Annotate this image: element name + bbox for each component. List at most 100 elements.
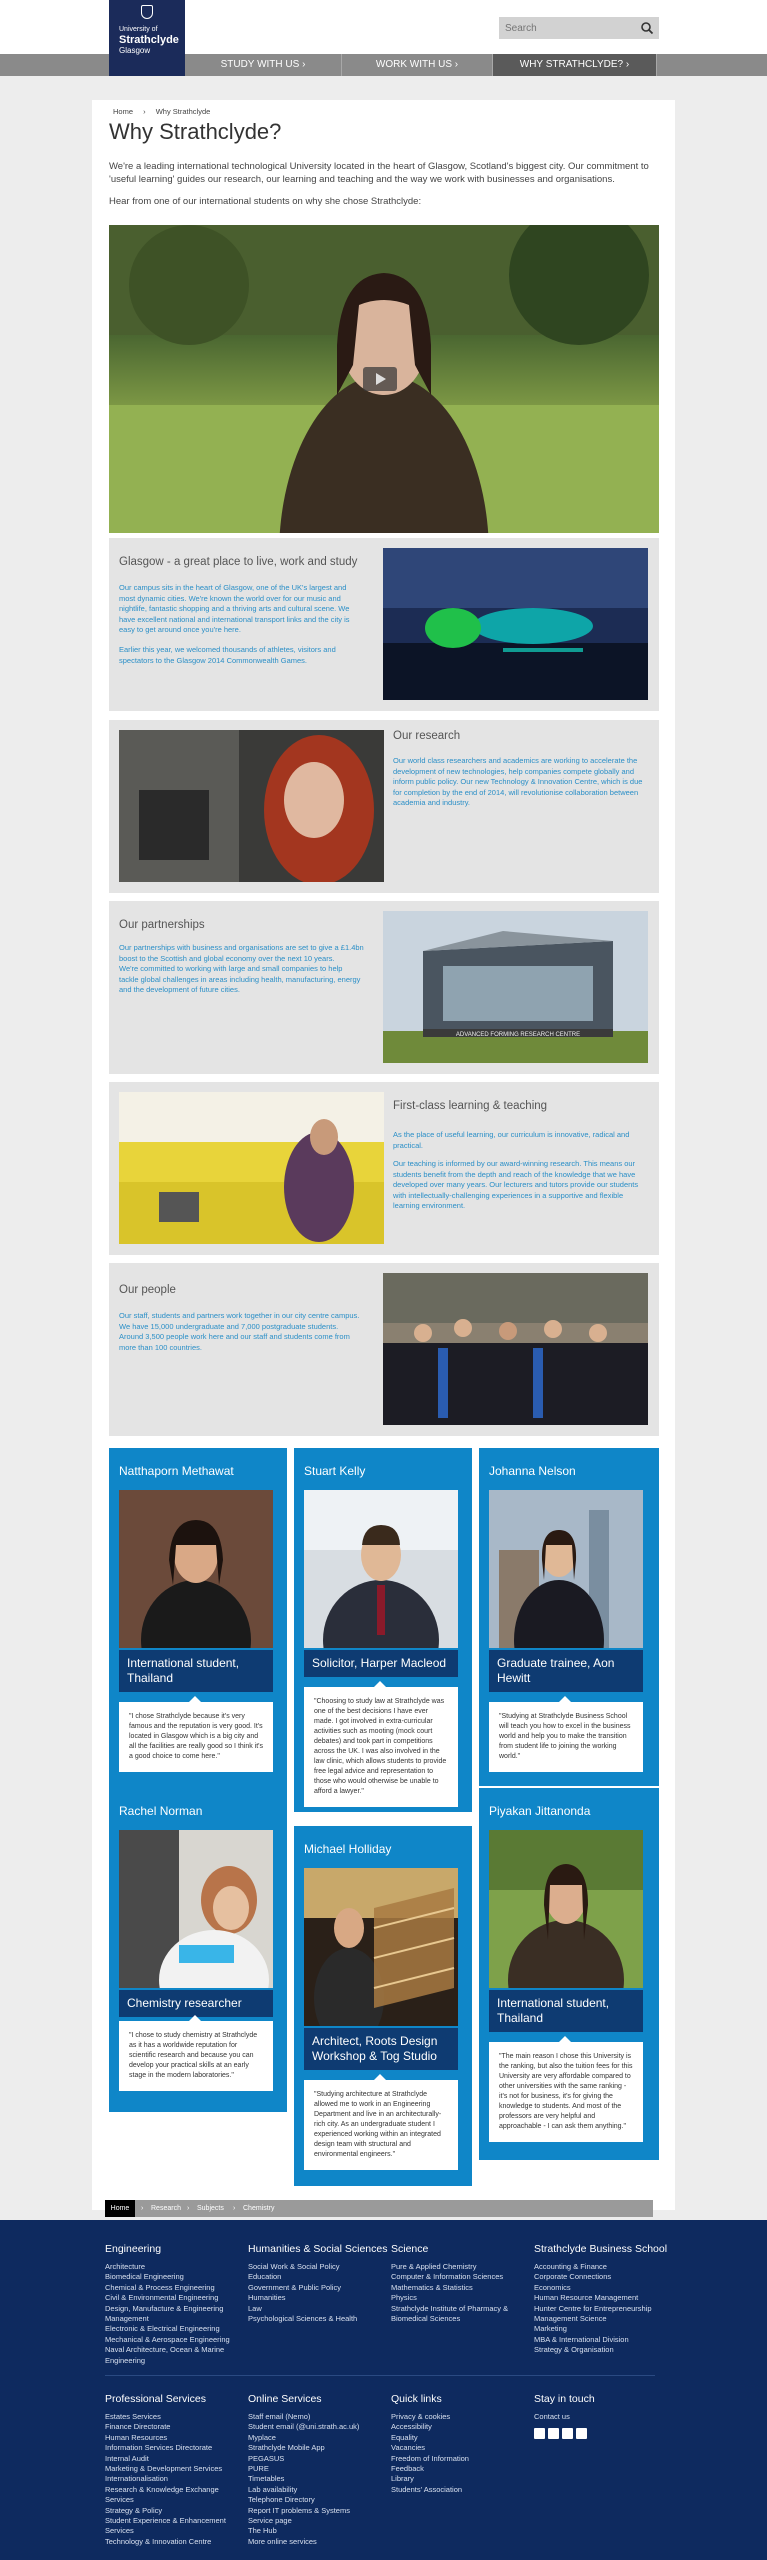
- footer-link[interactable]: Strategy & Organisation: [534, 2345, 674, 2355]
- footer-link[interactable]: Government & Public Policy: [248, 2283, 388, 2293]
- footer-link[interactable]: Timetables: [248, 2474, 388, 2484]
- footer-link[interactable]: Corporate Connections: [534, 2272, 674, 2282]
- footer-link[interactable]: MBA & International Division: [534, 2335, 674, 2345]
- footer-crumb-chemistry[interactable]: Chemistry: [243, 2200, 275, 2217]
- panel-text: Our staff, students and partners work to…: [119, 1311, 360, 1352]
- panel-title: Our people: [119, 1284, 176, 1296]
- video-player[interactable]: [109, 225, 659, 533]
- footer-link[interactable]: Mathematics & Statistics: [391, 2283, 531, 2293]
- footer-link[interactable]: Information Services Directorate: [105, 2443, 245, 2453]
- glasgow-image: [383, 548, 648, 700]
- search-input[interactable]: [499, 17, 635, 39]
- footer-link[interactable]: Equality: [391, 2433, 531, 2443]
- footer-link[interactable]: Lab availability: [248, 2485, 388, 2495]
- footer-link[interactable]: Accounting & Finance: [534, 2262, 674, 2272]
- profile-role: International student, Thailand: [489, 1990, 643, 2032]
- play-icon[interactable]: [363, 367, 397, 391]
- footer-link[interactable]: Estates Services: [105, 2412, 245, 2422]
- footer-link[interactable]: Strathclyde Mobile App: [248, 2443, 388, 2453]
- footer-column: Engineering Architecture Biomedical Engine…: [105, 2243, 245, 2366]
- panel-text: Our campus sits in the heart of Glasgow,…: [119, 583, 350, 634]
- footer-link[interactable]: Feedback: [391, 2464, 531, 2474]
- nav-work-with-us[interactable]: WORK WITH US ›: [342, 54, 493, 76]
- footer-link[interactable]: Law: [248, 2304, 388, 2314]
- twitter-icon[interactable]: [548, 2428, 559, 2440]
- footer-link[interactable]: Marketing: [534, 2324, 674, 2334]
- profile-quote: "Studying at Strathclyde Business School…: [489, 1696, 643, 1772]
- footer-link[interactable]: Myplace: [248, 2433, 388, 2443]
- footer-link[interactable]: Student Experience & Enhancement Service…: [105, 2516, 245, 2537]
- footer-link[interactable]: Human Resources: [105, 2433, 245, 2443]
- footer-link[interactable]: Accessibility: [391, 2422, 531, 2432]
- panel-text: Our partnerships with business and organ…: [119, 943, 364, 963]
- footer-heading: Stay in touch: [534, 2393, 595, 2405]
- footer-link[interactable]: Education: [248, 2272, 388, 2282]
- footer-link[interactable]: Staff email (Nemo): [248, 2412, 388, 2422]
- profile-photo: [489, 1830, 643, 1988]
- footer-link[interactable]: Students' Association: [391, 2485, 531, 2495]
- footer-crumb-subjects[interactable]: Subjects: [197, 2200, 224, 2217]
- footer-link[interactable]: Finance Directorate: [105, 2422, 245, 2432]
- footer-link[interactable]: Hunter Centre for Entrepreneurship: [534, 2304, 674, 2314]
- footer-link[interactable]: Privacy & cookies: [391, 2412, 531, 2422]
- footer-link[interactable]: Humanities: [248, 2293, 388, 2303]
- footer-link[interactable]: Student email (@uni.strath.ac.uk): [248, 2422, 388, 2432]
- footer-link[interactable]: Marketing & Development Services: [105, 2464, 245, 2474]
- footer-link[interactable]: Electronic & Electrical Engineering: [105, 2324, 245, 2334]
- panel-text-2: We're committed to working with large an…: [119, 964, 361, 994]
- breadcrumb-home[interactable]: Home: [113, 107, 133, 116]
- footer-crumb-research[interactable]: Research: [151, 2200, 181, 2217]
- footer-link[interactable]: Technology & Innovation Centre: [105, 2537, 245, 2547]
- footer-link[interactable]: Biomedical Engineering: [105, 2272, 245, 2282]
- footer-link[interactable]: The Hub: [248, 2526, 388, 2536]
- footer-link[interactable]: Economics: [534, 2283, 674, 2293]
- footer-link[interactable]: Report IT problems & Systems: [248, 2506, 388, 2516]
- facebook-icon[interactable]: [534, 2428, 545, 2440]
- footer-link[interactable]: Design, Manufacture & Engineering Manage…: [105, 2304, 245, 2325]
- footer-crumb-home[interactable]: Home: [105, 2200, 135, 2217]
- footer-link[interactable]: Chemical & Process Engineering: [105, 2283, 245, 2293]
- footer-heading: Engineering: [105, 2243, 162, 2255]
- footer-link[interactable]: Strategy & Policy: [105, 2506, 245, 2516]
- profile-quote: "The main reason I chose this University…: [489, 2036, 643, 2142]
- footer-heading: Online Services: [248, 2393, 322, 2405]
- footer-link[interactable]: Contact us: [534, 2412, 674, 2422]
- footer-link[interactable]: Human Resource Management: [534, 2293, 674, 2303]
- footer-heading: Strathclyde Business School: [534, 2243, 668, 2255]
- nav-why-strathclyde[interactable]: WHY STRATHCLYDE? ›: [493, 54, 657, 76]
- profile-role: Chemistry researcher: [119, 1990, 273, 2017]
- footer-link[interactable]: Management Science: [534, 2314, 674, 2324]
- footer-link[interactable]: Physics: [391, 2293, 531, 2303]
- breadcrumb: Home › Why Strathclyde: [113, 107, 218, 116]
- footer-link[interactable]: Internationalisation: [105, 2474, 245, 2484]
- footer-link[interactable]: Mechanical & Aerospace Engineering: [105, 2335, 245, 2345]
- footer-link[interactable]: Vacancies: [391, 2443, 531, 2453]
- email-icon[interactable]: [562, 2428, 573, 2440]
- footer-link[interactable]: Internal Audit: [105, 2454, 245, 2464]
- footer-crumb-separator: ›: [141, 2205, 144, 2212]
- footer-link[interactable]: Freedom of Information: [391, 2454, 531, 2464]
- footer-column: Professional Services Estates Services Fin…: [105, 2393, 245, 2547]
- intro-video-text: Hear from one of our international stude…: [109, 196, 422, 207]
- youtube-icon[interactable]: [576, 2428, 587, 2440]
- footer-link[interactable]: PURE: [248, 2464, 388, 2474]
- university-logo[interactable]: University of Strathclyde Glasgow: [109, 0, 185, 76]
- footer-link[interactable]: PEGASUS: [248, 2454, 388, 2464]
- footer-link[interactable]: Civil & Environmental Engineering: [105, 2293, 245, 2303]
- nav-study-with-us[interactable]: STUDY WITH US ›: [185, 54, 342, 76]
- footer-link[interactable]: Strathclyde Institute of Pharmacy & Biom…: [391, 2304, 531, 2325]
- footer-link[interactable]: Library: [391, 2474, 531, 2484]
- footer-link[interactable]: Computer & Information Sciences: [391, 2272, 531, 2282]
- footer-link[interactable]: Psychological Sciences & Health: [248, 2314, 388, 2324]
- search-icon[interactable]: [640, 21, 654, 35]
- footer-link[interactable]: Service page: [248, 2516, 388, 2526]
- footer-crumb-separator: ›: [187, 2205, 190, 2212]
- footer-heading: Professional Services: [105, 2393, 206, 2405]
- footer-link[interactable]: Social Work & Social Policy: [248, 2262, 388, 2272]
- footer-link[interactable]: More online services: [248, 2537, 388, 2547]
- footer-link[interactable]: Research & Knowledge Exchange Services: [105, 2485, 245, 2506]
- footer-link[interactable]: Pure & Applied Chemistry: [391, 2262, 531, 2272]
- footer-link[interactable]: Naval Architecture, Ocean & Marine Engin…: [105, 2345, 245, 2366]
- footer-link[interactable]: Telephone Directory: [248, 2495, 388, 2505]
- footer-link[interactable]: Architecture: [105, 2262, 245, 2272]
